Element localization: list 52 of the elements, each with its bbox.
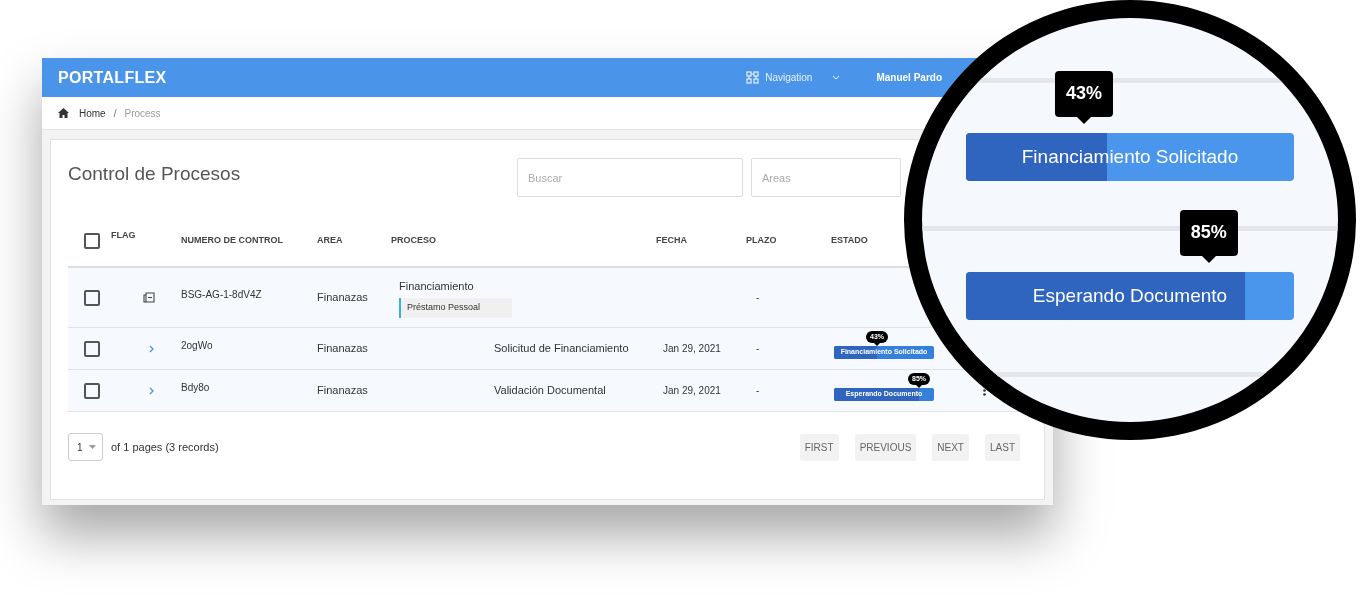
column-header: PLAZO bbox=[746, 234, 778, 248]
chevron-right-icon[interactable] bbox=[149, 344, 154, 353]
page-title: Control de Procesos bbox=[68, 162, 241, 187]
column-header: AREA bbox=[317, 234, 344, 248]
chevron-right-icon[interactable] bbox=[149, 386, 154, 395]
column-header: NUMERO DE CONTROL bbox=[181, 234, 284, 248]
deadline-text: - bbox=[756, 385, 760, 396]
navigation-menu[interactable]: Navigation bbox=[765, 70, 813, 85]
column-header: PROCESO bbox=[391, 234, 437, 248]
network-icon bbox=[746, 71, 760, 84]
percent-tooltip: 85% bbox=[1179, 210, 1238, 263]
deadline-text: - bbox=[756, 343, 760, 354]
user-name[interactable]: Manuel Pardo bbox=[876, 70, 942, 85]
breadcrumb-current: Process bbox=[124, 106, 161, 121]
pagination-button[interactable]: PREVIOUS bbox=[854, 433, 917, 461]
area-text: Finanazas bbox=[317, 291, 368, 304]
process-name: Validación Documental bbox=[494, 384, 606, 397]
column-header: ESTADO bbox=[831, 234, 869, 248]
areas-field[interactable]: Areas bbox=[751, 158, 901, 197]
document-icon bbox=[143, 292, 155, 303]
control-number: 2ogWo bbox=[181, 340, 213, 351]
process-name: Financiamiento bbox=[399, 278, 475, 294]
row-checkbox[interactable] bbox=[84, 340, 100, 357]
date-text: Jan 29, 2021 bbox=[663, 385, 721, 396]
column-header: FLAG bbox=[111, 229, 137, 243]
control-number: BSG-AG-1-8dV4Z bbox=[181, 289, 262, 300]
caret-down-icon bbox=[89, 445, 96, 449]
process-name: Solicitud de Financiamiento bbox=[494, 342, 629, 355]
row-checkbox[interactable] bbox=[84, 289, 100, 306]
status-label: Esperando Documento bbox=[1032, 283, 1228, 308]
chevron-down-icon bbox=[832, 75, 841, 80]
home-icon bbox=[58, 108, 69, 118]
row-checkbox[interactable] bbox=[84, 382, 100, 399]
deadline-text: - bbox=[756, 292, 760, 303]
percent-tooltip: 43% bbox=[1055, 71, 1114, 124]
pagination-button[interactable]: LAST bbox=[985, 433, 1020, 461]
pagination-button[interactable]: NEXT bbox=[932, 433, 969, 461]
breadcrumb-link[interactable]: Home bbox=[79, 105, 106, 121]
pagination-button[interactable]: FIRST bbox=[799, 433, 839, 461]
subprocess-tag: Préstamo Pessoal bbox=[399, 298, 512, 318]
brand-logo[interactable]: PORTALFLEX bbox=[58, 65, 167, 90]
status-label: Financiamiento Solicitado bbox=[1021, 144, 1239, 169]
control-number: Bdy8o bbox=[181, 382, 210, 393]
page-select[interactable]: 1 bbox=[68, 433, 103, 461]
search-field[interactable]: Buscar bbox=[517, 158, 743, 197]
area-text: Finanazas bbox=[317, 342, 368, 355]
breadcrumb-separator: / bbox=[113, 106, 117, 121]
date-text: Jan 29, 2021 bbox=[663, 343, 721, 354]
select-all-checkbox[interactable] bbox=[84, 233, 100, 249]
column-header: FECHA bbox=[656, 234, 688, 248]
page-summary: of 1 pages (3 records) bbox=[111, 439, 219, 455]
area-text: Finanazas bbox=[317, 384, 368, 397]
